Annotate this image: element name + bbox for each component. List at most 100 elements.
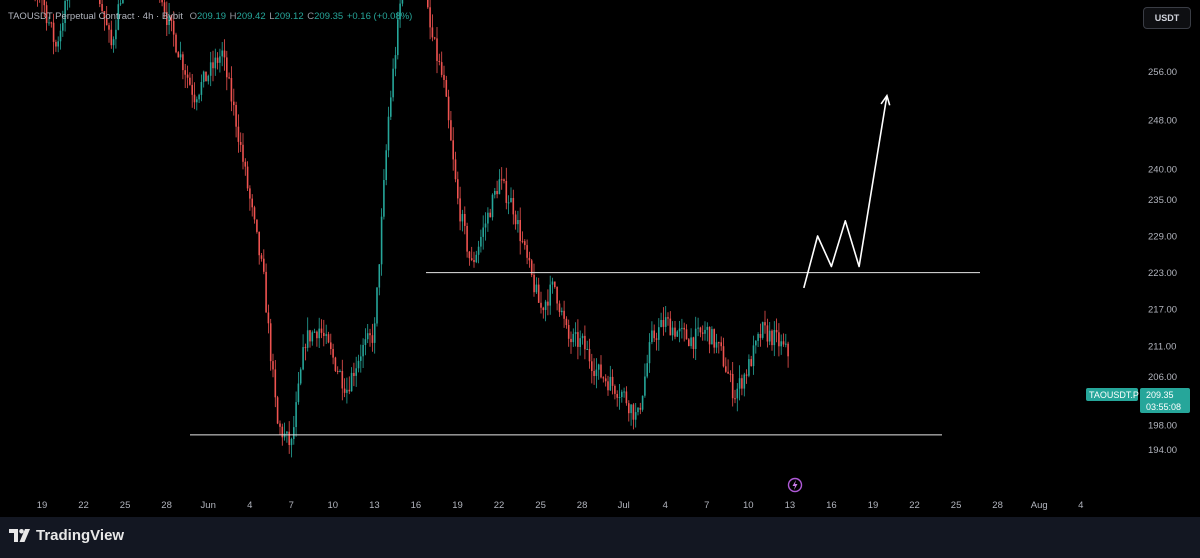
candle-body [644,376,646,396]
candle-body [438,61,441,62]
candle-body [320,328,323,333]
x-tick-label: 25 [120,500,131,511]
candle-body [484,223,487,228]
candle-body [216,57,219,63]
candle-body [436,38,438,61]
candle-body [708,326,711,345]
candle-body [177,52,180,58]
x-tick-label: 28 [992,500,1003,511]
x-tick-label: 13 [785,500,796,511]
close-value: 209.35 [314,11,344,22]
candle-body [214,57,217,69]
candle-body [720,342,722,347]
candle-body [311,332,314,342]
candle-body [207,75,210,82]
x-tick-label: 19 [452,500,463,511]
candle-body [524,241,526,246]
candle-body [230,78,233,102]
candle-body [313,331,316,333]
price-chart[interactable]: 280.00272.00264.00256.00248.00240.00235.… [0,0,1200,517]
candle-body [591,361,593,371]
price-tag-countdown: 03:55:08 [1146,402,1181,412]
candle-body [565,318,568,326]
candle-body [662,320,665,327]
candle-body [558,303,561,313]
candle-body [350,372,353,392]
candle-body [736,388,739,399]
x-tick-label: 13 [369,500,380,511]
candle-body [276,397,279,424]
high-label: H [229,11,237,22]
x-tick-label: Jul [618,500,630,511]
candle-body [443,74,445,80]
candle-body [741,378,743,389]
candle-body [722,346,725,367]
candle-body [191,84,193,95]
candle-body [226,57,228,78]
candle-body [219,56,221,63]
candle-body [681,327,683,329]
candle-body [574,332,577,334]
symbol-header: TAOUSDT Perpetual Contract · 4h · Bybit … [8,11,413,22]
candle-body [639,407,642,410]
y-tick-label: 217.00 [1148,305,1177,316]
candle-body [272,361,274,370]
candle-body [750,359,752,367]
candle-body [371,335,374,343]
candle-body [429,7,431,28]
candle-body [623,391,625,393]
candle-body [685,329,688,340]
last-price-tag: TAOUSDT.P 209.35 03:55:08 [1086,388,1190,413]
candle-body [445,80,448,97]
candle-body [246,166,249,189]
candle-body [641,395,644,410]
x-tick-label: 7 [289,500,294,511]
candle-body [752,345,755,367]
tradingview-logo[interactable]: TradingView [9,527,124,544]
candle-body [755,340,757,346]
price-axis[interactable]: 280.00272.00264.00256.00248.00240.00235.… [1148,0,1177,456]
candle-body [468,251,471,259]
candle-body [50,22,53,24]
candle-body [205,71,207,82]
projection-path[interactable] [803,95,888,289]
candle-body [734,398,736,400]
candle-body [614,385,616,394]
candle-body [110,29,113,46]
candle-body [683,327,685,330]
low-label: L [269,11,275,22]
y-tick-label: 198.00 [1148,421,1177,432]
candle-body [332,349,334,358]
candle-body [427,0,429,8]
candle-body [392,68,394,98]
candle-body [193,94,196,103]
time-axis[interactable]: 19 22 25 28 Jun 4 7 10 13 16 19 22 25 28 Jul 4 7 10 13 16 19… [37,500,1084,511]
currency-button[interactable]: USDT [1143,7,1191,29]
candle-body [431,27,434,38]
candle-body [570,338,572,343]
candle-body [62,23,64,31]
candles-layer [34,0,789,458]
candle-body [584,335,586,350]
candle-body [637,407,639,413]
candle-body [660,320,662,328]
brand-name: TradingView [36,527,125,544]
candle-body [251,198,253,208]
candle-body [621,391,623,397]
alert-icon[interactable] [787,477,803,493]
candle-body [202,71,205,82]
candle-body [634,412,637,420]
candle-body [242,144,244,162]
candle-body [782,341,785,345]
candle-body [651,330,653,343]
candle-body [503,179,505,181]
x-tick-label: Jun [201,500,216,511]
candle-body [366,333,369,340]
candle-body [383,180,385,217]
candle-body [464,214,466,226]
candle-body [653,330,655,339]
candle-body [535,284,538,293]
projection-arrow [803,93,891,289]
candle-body [528,257,531,261]
candle-body [186,74,189,78]
